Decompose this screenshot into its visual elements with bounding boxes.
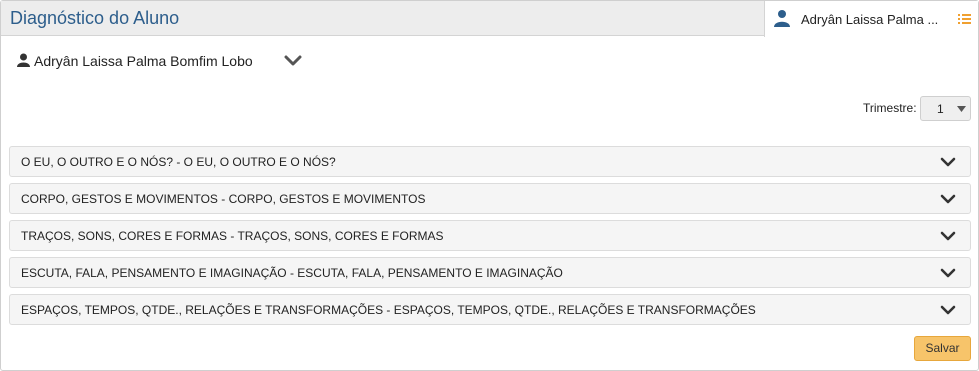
user-icon (17, 53, 30, 67)
user-tab-name: Adryân Laissa Palma ... (801, 12, 939, 27)
list-icon[interactable] (958, 13, 971, 25)
save-button[interactable]: Salvar (914, 336, 971, 361)
panel-label: CORPO, GESTOS E MOVIMENTOS - CORPO, GEST… (21, 192, 426, 206)
chevron-down-icon (940, 157, 956, 167)
trimestre-selected-value: 1 (937, 102, 944, 116)
student-name-block: Adryân Laissa Palma Bomfim Lobo (17, 51, 257, 71)
diagnostic-window: Diagnóstico do Aluno Adryân Laissa Palma… (0, 0, 979, 371)
panel-o-eu-o-outro[interactable]: O EU, O OUTRO E O NÓS? - O EU, O OUTRO E… (9, 146, 971, 177)
panel-tracos-sons[interactable]: TRAÇOS, SONS, CORES E FORMAS - TRAÇOS, S… (9, 220, 971, 251)
user-icon (774, 10, 790, 27)
chevron-down-icon (940, 194, 956, 204)
trimestre-select[interactable]: 1 (920, 96, 971, 121)
caret-down-icon (957, 106, 966, 112)
panel-label: ESPAÇOS, TEMPOS, QTDE., RELAÇÕES E TRANS… (21, 303, 756, 317)
chevron-down-icon (940, 231, 956, 241)
panel-espacos-tempos[interactable]: ESPAÇOS, TEMPOS, QTDE., RELAÇÕES E TRANS… (9, 294, 971, 325)
title-bar: Diagnóstico do Aluno (1, 1, 764, 36)
chevron-down-icon (940, 268, 956, 278)
panel-escuta-fala[interactable]: ESCUTA, FALA, PENSAMENTO E IMAGINAÇÃO - … (9, 257, 971, 288)
chevron-down-icon (940, 305, 956, 315)
panel-label: ESCUTA, FALA, PENSAMENTO E IMAGINAÇÃO - … (21, 266, 563, 280)
panel-corpo-gestos[interactable]: CORPO, GESTOS E MOVIMENTOS - CORPO, GEST… (9, 183, 971, 214)
panel-label: O EU, O OUTRO E O NÓS? - O EU, O OUTRO E… (21, 155, 336, 169)
panel-label: TRAÇOS, SONS, CORES E FORMAS - TRAÇOS, S… (21, 229, 444, 243)
chevron-down-icon[interactable] (284, 54, 302, 67)
trimestre-label: Trimestre: (863, 101, 917, 115)
user-tab[interactable]: Adryân Laissa Palma ... (764, 1, 978, 37)
header: Diagnóstico do Aluno Adryân Laissa Palma… (1, 1, 978, 37)
student-name: Adryân Laissa Palma Bomfim Lobo (34, 53, 253, 69)
page-title: Diagnóstico do Aluno (10, 8, 180, 28)
